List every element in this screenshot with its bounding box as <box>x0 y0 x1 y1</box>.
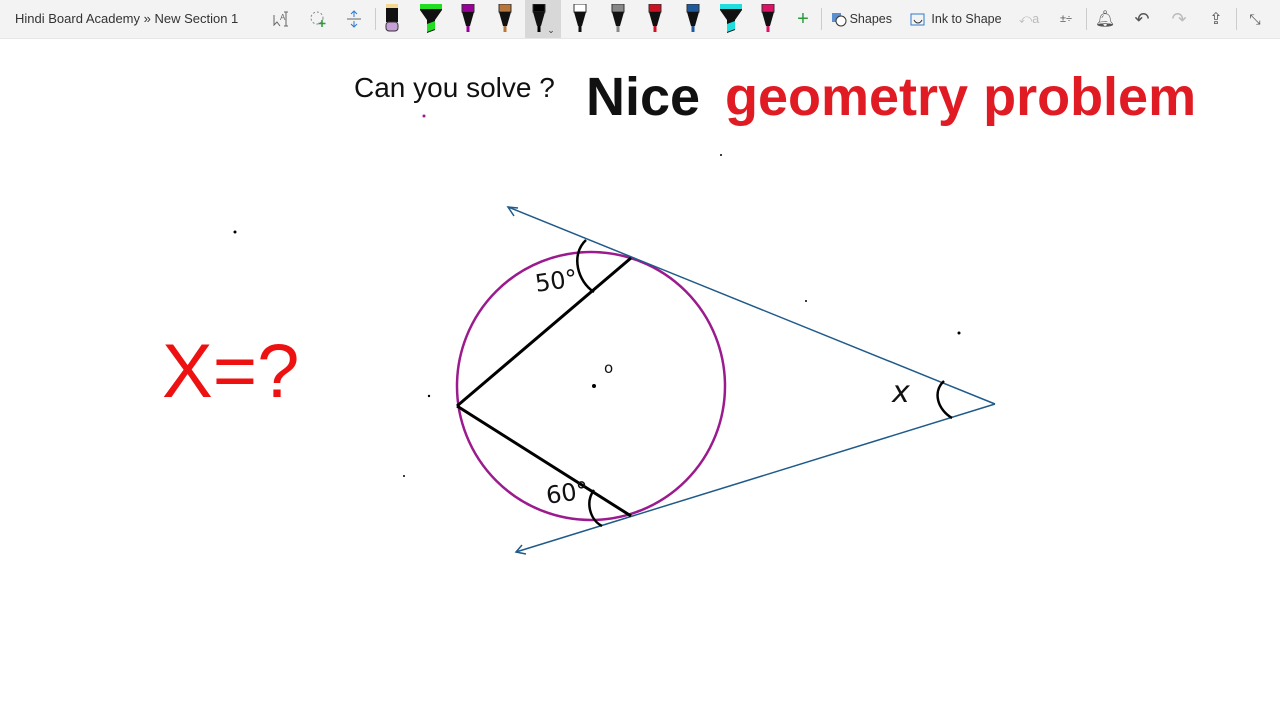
angle-label-60: 60° <box>544 476 591 510</box>
angle-label-50: 50° <box>533 264 580 298</box>
ink-to-shape-icon <box>910 13 925 26</box>
undo-icon[interactable]: ↶ <box>1131 0 1153 38</box>
lasso-text-select-icon[interactable]: A <box>268 0 292 38</box>
highlighter-tool-2-icon[interactable] <box>413 0 449 38</box>
center-label: o <box>604 359 614 377</box>
pen-tool-11-icon[interactable] <box>750 0 786 38</box>
pen-tool-1-icon[interactable] <box>374 0 410 38</box>
math-icon[interactable]: ±÷ <box>1055 0 1077 38</box>
chord-bottom <box>456 404 632 518</box>
highlighter-tool-10-icon[interactable] <box>713 0 749 38</box>
share-icon[interactable]: ⇪ <box>1205 0 1227 38</box>
question-text: Can you solve ? <box>354 72 555 103</box>
tangent-line-top <box>507 206 996 405</box>
title-geometry-problem: geometry problem <box>725 67 1197 127</box>
ink-to-shape-label: Ink to Shape <box>931 12 1002 26</box>
bell-icon[interactable]: 🔔︎ <box>1094 0 1116 38</box>
x-question: X=? <box>162 329 300 414</box>
add-pen-button[interactable]: + <box>793 0 813 38</box>
redo-icon[interactable]: ↷ <box>1168 0 1190 38</box>
pen-tool-5-icon[interactable]: ⌄ <box>525 0 561 38</box>
note-canvas[interactable]: Can you solve ? Nice geometry problem X=… <box>0 39 1280 720</box>
tangent-line-bottom <box>515 403 996 553</box>
pen-tool-8-icon[interactable] <box>637 0 673 38</box>
pencil-tool-7-icon[interactable] <box>600 0 636 38</box>
shapes-label: Shapes <box>849 12 892 26</box>
shapes-icon <box>832 13 847 27</box>
breadcrumb: Hindi Board Academy » New Section 1 <box>15 11 239 26</box>
ribbon-toolbar: Hindi Board Academy » New Section 1 A ⌄ … <box>0 0 1280 39</box>
shapes-button[interactable]: Shapes <box>830 0 892 38</box>
svg-text:A: A <box>280 13 286 22</box>
pen-tool-3-icon[interactable] <box>450 0 486 38</box>
ink-to-text-icon[interactable]: ⤺a <box>1018 0 1040 38</box>
pen-tool-6-icon[interactable] <box>562 0 598 38</box>
angle-arc-x <box>936 380 953 420</box>
title-nice: Nice <box>586 67 701 127</box>
chevron-down-icon[interactable]: ⌄ <box>547 25 555 36</box>
pencil-tool-4-icon[interactable] <box>487 0 523 38</box>
add-space-icon[interactable] <box>342 0 366 38</box>
angle-label-x: x <box>892 375 910 410</box>
pen-tool-9-icon[interactable] <box>675 0 711 38</box>
lasso-add-icon[interactable] <box>306 0 330 38</box>
collapse-fullscreen-icon[interactable]: ⤡ <box>1244 0 1266 38</box>
angle-arc-top <box>576 239 595 294</box>
ink-to-shape-button[interactable]: Ink to Shape <box>908 0 1002 38</box>
